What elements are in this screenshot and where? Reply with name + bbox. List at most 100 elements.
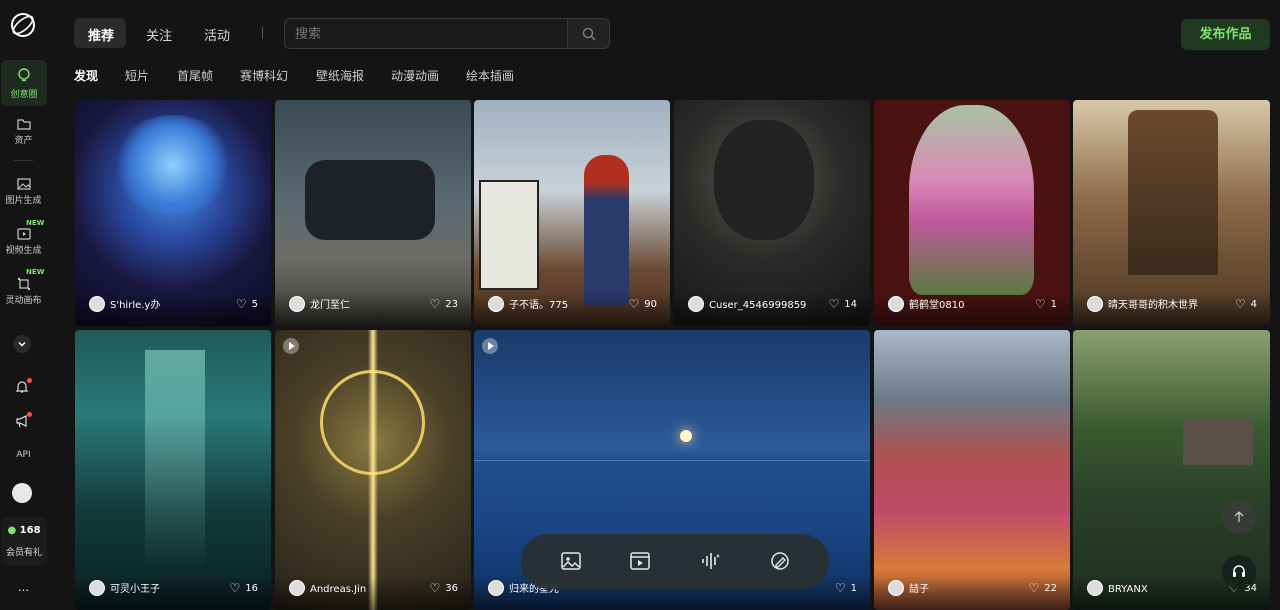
user-avatar bbox=[89, 580, 105, 596]
work-card[interactable]: 鹤鹤堂0810 ♡ 1 bbox=[874, 100, 1070, 326]
more-button[interactable]: ... bbox=[0, 580, 47, 594]
like-count[interactable]: ♡ 1 bbox=[1035, 297, 1057, 311]
heart-icon: ♡ bbox=[834, 581, 846, 595]
heart-icon: ♡ bbox=[1034, 297, 1046, 311]
heart-icon: ♡ bbox=[1028, 581, 1040, 595]
card-image bbox=[145, 350, 205, 570]
chevron-down-icon bbox=[18, 342, 26, 347]
like-count[interactable]: ♡ 1 bbox=[835, 581, 857, 595]
work-card[interactable]: Andreas.Jin ♡ 36 bbox=[275, 330, 471, 610]
work-card[interactable]: 喆子 ♡ 22 bbox=[874, 330, 1070, 610]
search-button[interactable] bbox=[567, 19, 609, 48]
work-card[interactable]: 子不语。775 ♡ 90 bbox=[474, 100, 670, 326]
category-picture-book[interactable]: 绘本插画 bbox=[466, 67, 514, 84]
category-discover[interactable]: 发现 bbox=[74, 67, 98, 84]
like-number: 23 bbox=[445, 299, 458, 310]
like-count[interactable]: ♡ 4 bbox=[1235, 297, 1257, 311]
rail-item-image-gen[interactable]: 图片生成 bbox=[0, 177, 47, 206]
search-box bbox=[284, 18, 610, 49]
card-username: 晴天哥哥的积木世界 bbox=[1108, 300, 1198, 311]
avatar[interactable] bbox=[12, 483, 32, 503]
bulb-icon bbox=[18, 68, 30, 82]
like-number: 1 bbox=[850, 583, 857, 594]
publish-button[interactable]: 发布作品 bbox=[1181, 19, 1270, 50]
heart-icon: ♡ bbox=[429, 581, 441, 595]
heart-icon: ♡ bbox=[1234, 297, 1246, 311]
expand-button[interactable] bbox=[13, 335, 31, 353]
like-count[interactable]: ♡ 22 bbox=[1029, 581, 1058, 595]
card-image bbox=[110, 115, 235, 215]
like-count[interactable]: ♡ 5 bbox=[236, 297, 258, 311]
api-link[interactable]: API bbox=[0, 450, 47, 460]
rail-item-label: 视频生成 bbox=[5, 246, 42, 256]
back-to-top-button[interactable] bbox=[1222, 500, 1256, 534]
floating-toolbar bbox=[521, 534, 829, 589]
video-play-icon bbox=[482, 338, 498, 354]
user-avatar bbox=[1087, 580, 1103, 596]
rail-item-canvas[interactable]: 灵动画布 bbox=[0, 277, 47, 306]
edit-magic-icon[interactable] bbox=[769, 550, 791, 572]
rail-item-label: 创意圈 bbox=[10, 90, 38, 100]
work-card[interactable]: 龙门至仁 ♡ 23 bbox=[275, 100, 471, 326]
video-icon[interactable] bbox=[629, 550, 651, 572]
category-short-film[interactable]: 短片 bbox=[125, 67, 149, 84]
search-input[interactable] bbox=[295, 25, 565, 43]
category-anime[interactable]: 动漫动画 bbox=[391, 67, 439, 84]
like-count[interactable]: ♡ 23 bbox=[430, 297, 459, 311]
work-card[interactable]: Cuser_4546999859 ♡ 14 bbox=[674, 100, 870, 326]
headset-icon bbox=[1233, 565, 1245, 577]
like-count[interactable]: ♡ 36 bbox=[430, 581, 459, 595]
like-count[interactable]: ♡ 14 bbox=[829, 297, 858, 311]
like-number: 14 bbox=[844, 299, 857, 310]
image-icon bbox=[16, 178, 31, 190]
rail-item-video-gen[interactable]: 视频生成 bbox=[0, 227, 47, 256]
points-count: 168 bbox=[19, 525, 41, 536]
app-logo-icon[interactable] bbox=[10, 12, 36, 38]
card-image bbox=[305, 160, 435, 240]
left-rail: 创意圈 资产 图片生成 NEW 视频生成 NEW 灵动画布 API ● 168 … bbox=[0, 0, 47, 610]
like-count[interactable]: ♡ 16 bbox=[230, 581, 259, 595]
work-card[interactable]: 可灵小王子 ♡ 16 bbox=[75, 330, 271, 610]
category-wallpaper-poster[interactable]: 壁纸海报 bbox=[316, 67, 364, 84]
user-avatar bbox=[488, 580, 504, 596]
user-avatar bbox=[289, 296, 305, 312]
tab-recommend[interactable]: 推荐 bbox=[88, 25, 114, 44]
like-count[interactable]: ♡ 90 bbox=[629, 297, 658, 311]
user-avatar bbox=[888, 296, 904, 312]
like-number: 1 bbox=[1050, 299, 1057, 310]
rail-item-label: 灵动画布 bbox=[5, 296, 42, 306]
user-avatar bbox=[1087, 296, 1103, 312]
rail-item-creative-circle[interactable]: 创意圈 bbox=[1, 60, 47, 106]
card-username: 龙门至仁 bbox=[310, 300, 350, 311]
arrow-up-icon bbox=[1234, 511, 1244, 522]
rail-item-assets[interactable]: 资产 bbox=[0, 117, 47, 146]
points-icon: ● bbox=[7, 525, 17, 536]
rail-item-label: 图片生成 bbox=[5, 196, 42, 206]
member-gift[interactable]: ● 168 会员有礼 bbox=[1, 517, 47, 565]
like-number: 16 bbox=[245, 583, 258, 594]
rail-item-label: 资产 bbox=[14, 136, 33, 146]
category-first-last-frame[interactable]: 首尾帧 bbox=[177, 67, 213, 84]
card-username: S'hirle.y办 bbox=[110, 300, 161, 311]
work-card[interactable]: 晴天哥哥的积木世界 ♡ 4 bbox=[1073, 100, 1270, 326]
rail-divider bbox=[14, 160, 33, 161]
user-avatar bbox=[289, 580, 305, 596]
tab-follow[interactable]: 关注 bbox=[146, 25, 172, 44]
card-image bbox=[909, 105, 1034, 295]
support-button[interactable] bbox=[1222, 555, 1256, 589]
card-image bbox=[479, 180, 539, 290]
notification-dot bbox=[27, 378, 32, 383]
image-icon[interactable] bbox=[560, 550, 582, 572]
card-image bbox=[474, 460, 870, 461]
work-card[interactable]: S'hirle.y办 ♡ 5 bbox=[75, 100, 271, 326]
member-label: 会员有礼 bbox=[5, 548, 42, 558]
canvas-icon bbox=[17, 277, 30, 291]
card-username: 鹤鹤堂0810 bbox=[909, 300, 965, 311]
like-number: 22 bbox=[1044, 583, 1057, 594]
user-avatar bbox=[488, 296, 504, 312]
audio-icon[interactable] bbox=[699, 550, 721, 572]
tab-divider bbox=[262, 27, 263, 39]
like-number: 5 bbox=[251, 299, 258, 310]
tab-events[interactable]: 活动 bbox=[204, 25, 230, 44]
category-cyber-scifi[interactable]: 赛博科幻 bbox=[240, 67, 288, 84]
